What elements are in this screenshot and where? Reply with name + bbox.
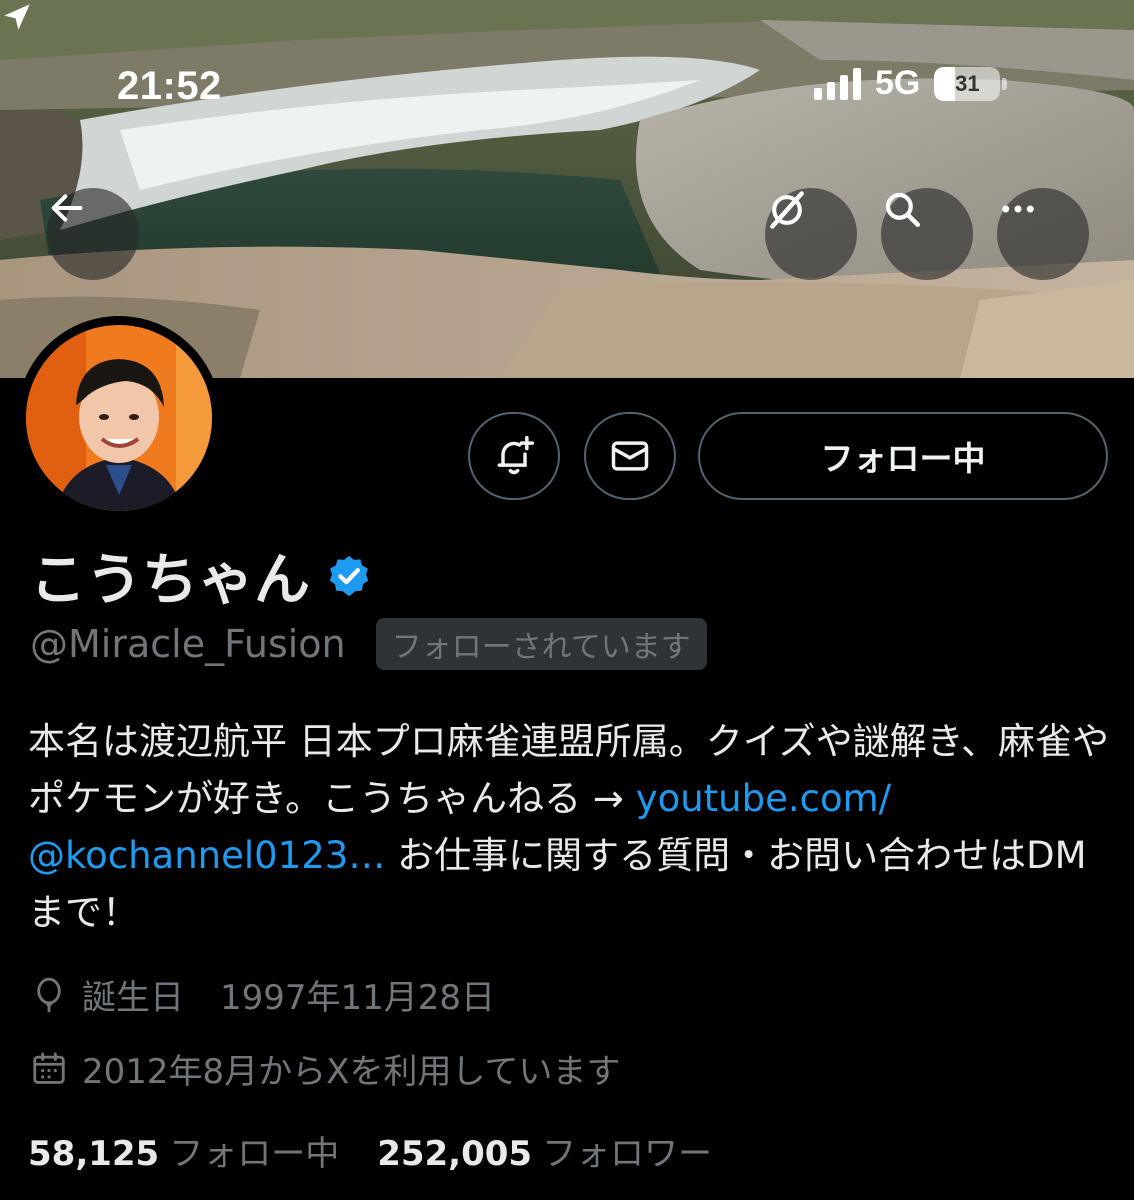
followers-count[interactable]: 252,005 [377,1134,532,1174]
back-button[interactable] [47,188,139,280]
bio-link-1[interactable]: youtube.com/ [636,777,891,820]
network-type: 5G [875,64,921,102]
birthday-label: 誕生日 [82,978,184,1018]
notify-button[interactable] [468,412,560,500]
bio-text-1: 本名は渡辺航平 日本プロ麻雀連盟所属。クイズや謎解き、麻雀やポケモンが好き。こう… [28,720,1110,820]
bell-plus-icon [497,435,535,475]
follows-you-badge: フォローされています [375,618,707,670]
banner-image [0,0,1134,378]
message-button[interactable] [584,412,676,500]
calendar-icon [33,1052,65,1084]
status-indicators: 5G 31 [814,64,1008,103]
battery-tip [1002,77,1008,90]
following-label[interactable]: フォロー中 [169,1126,339,1175]
battery-percent: 31 [955,70,980,96]
search-icon [885,192,921,228]
display-name: こうちゃん [30,548,310,613]
avatar-image [26,325,212,511]
bio: 本名は渡辺航平 日本プロ麻雀連盟所属。クイズや謎解き、麻雀やポケモンが好き。こう… [28,713,1118,941]
handle-row: @Miracle_Fusion フォローされています [30,618,707,670]
followers-label[interactable]: フォロワー [542,1126,712,1175]
profile-banner[interactable]: 21:52 5G 31 [0,0,1134,378]
balloon-icon [37,977,61,1012]
handle: @Miracle_Fusion [30,622,346,666]
joined-row: 2012年8月からXを利用しています [30,1044,620,1093]
following-count[interactable]: 58,125 [28,1134,159,1174]
birthday-row: 誕生日 1997年11月28日 [30,970,495,1019]
mail-icon [611,441,649,471]
arrow-left-icon [51,194,83,222]
birthday-value: 1997年11月28日 [220,978,496,1018]
bio-link-2[interactable]: @kochannel0123… [28,834,385,877]
status-time: 21:52 [117,64,222,108]
more-icon [1002,205,1034,213]
following-button[interactable]: フォロー中 [698,412,1108,500]
avatar[interactable] [17,316,221,520]
location-arrow-icon [4,4,30,30]
joined-date: 2012年8月からXを利用しています [82,1052,621,1092]
grok-icon [770,191,804,229]
profile-name-row: こうちゃん [30,535,372,616]
follow-stats: 58,125 フォロー中 252,005 フォロワー [28,1126,750,1175]
battery-icon: 31 [934,66,1001,101]
verified-badge-icon[interactable] [326,553,372,599]
more-button[interactable] [997,188,1089,280]
search-button[interactable] [881,188,973,280]
signal-icon [814,67,861,100]
grok-button[interactable] [765,188,857,280]
